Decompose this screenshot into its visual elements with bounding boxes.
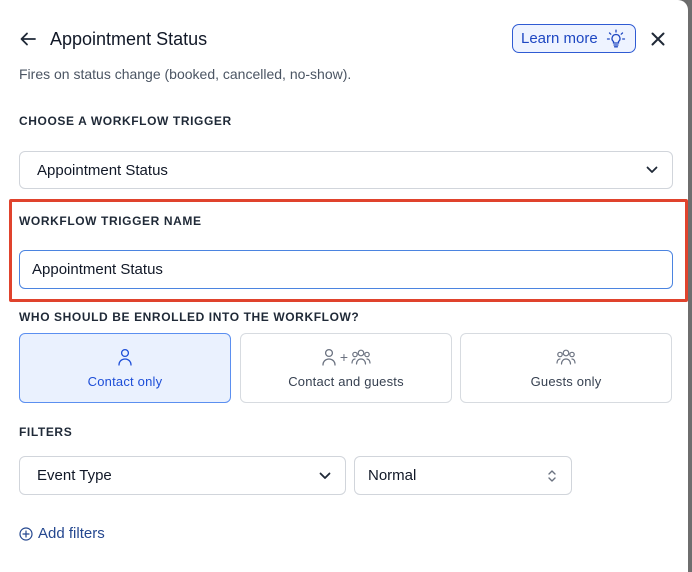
learn-more-label: Learn more	[521, 30, 598, 47]
filter-field-select[interactable]: Event Type	[19, 456, 346, 495]
trigger-select-value: Appointment Status	[37, 161, 168, 179]
enroll-option-label: Guests only	[530, 374, 602, 389]
lightbulb-icon	[606, 29, 625, 47]
plus-circle-icon	[19, 526, 33, 541]
filter-field-value: Event Type	[37, 467, 112, 484]
add-filters-label: Add filters	[38, 525, 105, 542]
trigger-select[interactable]: Appointment Status	[19, 151, 673, 189]
person-icon	[118, 348, 132, 366]
enroll-option-label: Contact only	[87, 374, 163, 389]
learn-more-button[interactable]: Learn more	[512, 24, 636, 53]
choose-trigger-label: CHOOSE A WORKFLOW TRIGGER	[19, 114, 232, 128]
window-edge	[688, 0, 692, 572]
filters-label: FILTERS	[19, 425, 73, 439]
enroll-option-contact-and-guests[interactable]: + Contact and guests	[240, 333, 452, 403]
page-title: Appointment Status	[50, 29, 208, 49]
plus-icon: +	[339, 349, 349, 365]
trigger-description: Fires on status change (booked, cancelle…	[19, 66, 352, 82]
enroll-option-guests-only[interactable]: Guests only	[460, 333, 672, 403]
filter-value-select[interactable]: Normal	[354, 456, 572, 495]
close-icon	[651, 32, 665, 46]
filter-value: Normal	[368, 467, 417, 484]
group-icon	[556, 349, 576, 365]
trigger-name-label: WORKFLOW TRIGGER NAME	[19, 214, 202, 228]
enroll-option-label: Contact and guests	[288, 374, 404, 389]
workflow-trigger-panel: Appointment Status Learn more Fires on s…	[0, 0, 688, 572]
enrollment-label: WHO SHOULD BE ENROLLED INTO THE WORKFLOW…	[19, 310, 360, 324]
enroll-option-contact-only[interactable]: Contact only	[19, 333, 231, 403]
arrow-left-icon	[20, 32, 36, 46]
person-icon	[322, 348, 336, 366]
chevron-up-down-icon	[548, 469, 556, 482]
close-button[interactable]	[647, 28, 669, 50]
chevron-down-icon	[319, 472, 331, 479]
trigger-name-input[interactable]	[19, 250, 673, 289]
back-button[interactable]	[16, 27, 40, 51]
group-icon	[351, 349, 371, 365]
add-filters-button[interactable]: Add filters	[19, 525, 105, 542]
chevron-down-icon	[646, 166, 658, 173]
